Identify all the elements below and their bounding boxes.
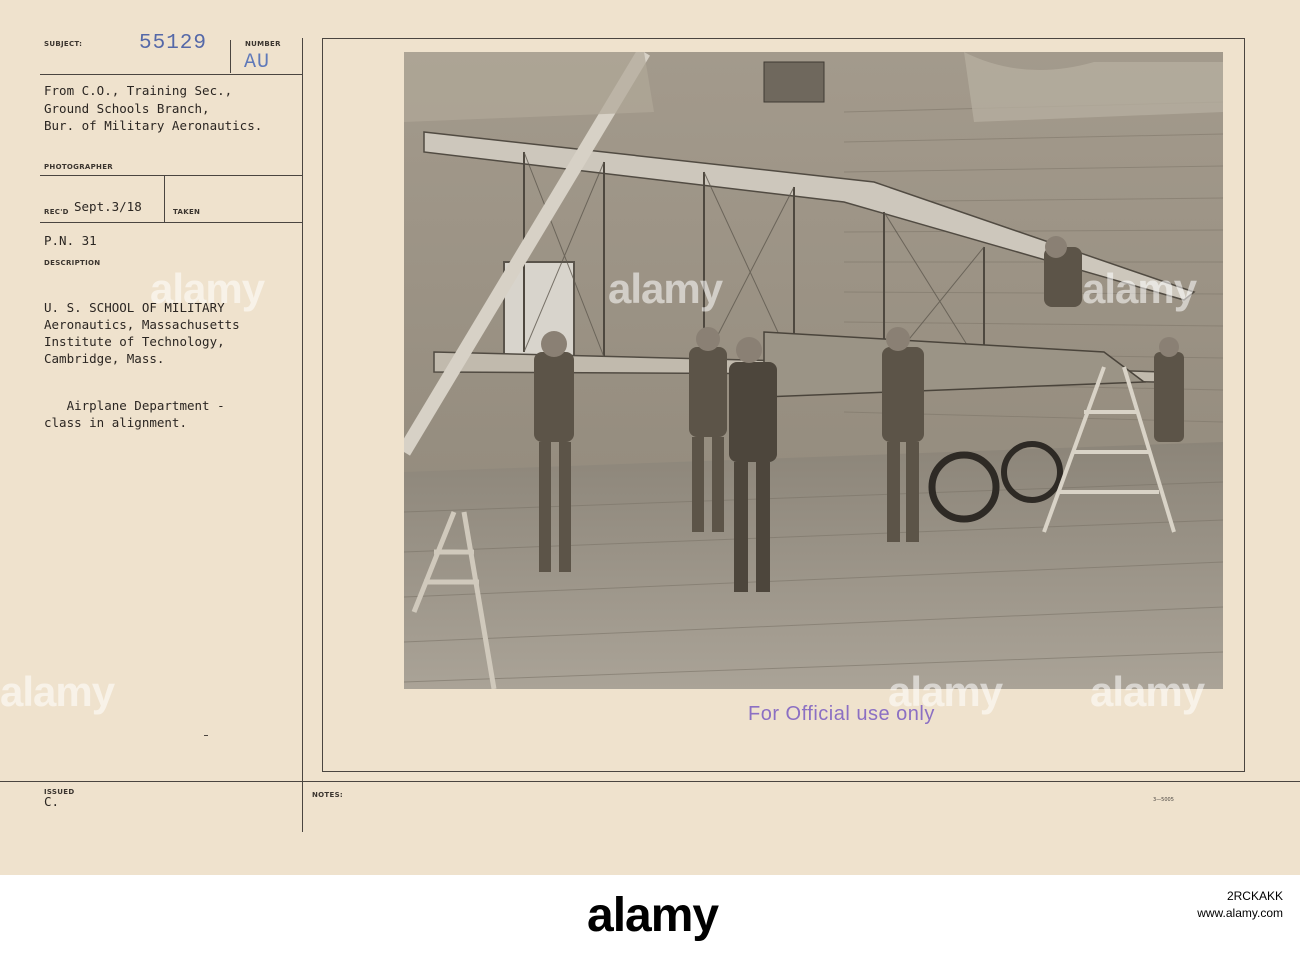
photo-number-stamp: 55129 <box>139 32 208 55</box>
description-line-4: Cambridge, Mass. <box>44 351 165 366</box>
watermark-center-bottom: alamy <box>888 668 1003 715</box>
number-label: NUMBER <box>245 40 281 48</box>
image-reference: 2RCKAKK www.alamy.com <box>1063 888 1283 922</box>
watermark-right-bottom: alamy <box>1090 668 1205 715</box>
watermark-center-top: alamy <box>608 265 723 312</box>
subject-number-divider <box>230 40 231 73</box>
watermark-left-top: alamy <box>150 265 265 312</box>
recd-divider <box>40 222 302 223</box>
divider-left-column <box>302 38 303 832</box>
description-line-3: Institute of Technology, <box>44 334 225 349</box>
photograph <box>404 52 1223 689</box>
notes-label: NOTES: <box>312 791 344 799</box>
recd-date: Sept.3/18 <box>74 199 142 214</box>
short-dash <box>204 735 208 736</box>
caption-line-2: class in alignment. <box>44 415 187 430</box>
description-line-2: Aeronautics, Massachusetts <box>44 317 240 332</box>
caption-line-1: Airplane Department - <box>44 398 225 413</box>
image-id: 2RCKAKK <box>1226 889 1283 903</box>
pn-number: P.N. 31 <box>44 233 97 248</box>
photographer-divider <box>40 175 302 176</box>
notes-divider <box>0 781 1300 782</box>
watermark-left-bottom: alamy <box>0 668 115 715</box>
recd-label: REC'D <box>44 208 69 216</box>
from-divider <box>40 74 302 75</box>
frame-inner-left <box>322 38 323 771</box>
subject-label: SUBJECT: <box>44 40 83 48</box>
frame-right <box>1244 38 1245 771</box>
from-line-2: Ground Schools Branch, <box>44 101 210 116</box>
description-label: DESCRIPTION <box>44 259 101 267</box>
form-code: 3—5005 <box>1153 797 1174 803</box>
alamy-logo: alamy <box>587 889 719 942</box>
issued-value: C. <box>44 794 60 809</box>
archive-card: SUBJECT: NUMBER 55129 AU From C.O., Trai… <box>0 0 1300 875</box>
from-line-3: Bur. of Military Aeronautics. <box>44 118 263 133</box>
hangar-photo-illustration <box>404 52 1223 689</box>
series-code-stamp: AU <box>244 51 271 74</box>
frame-bottom <box>322 771 1245 772</box>
from-line-1: From C.O., Training Sec., <box>44 83 233 98</box>
watermark-right-top: alamy <box>1082 265 1197 312</box>
taken-label: TAKEN <box>173 208 201 216</box>
recd-taken-divider <box>164 176 165 222</box>
site-url: www.alamy.com <box>1197 906 1283 920</box>
photographer-label: PHOTOGRAPHER <box>44 163 113 171</box>
frame-top <box>322 38 1245 39</box>
